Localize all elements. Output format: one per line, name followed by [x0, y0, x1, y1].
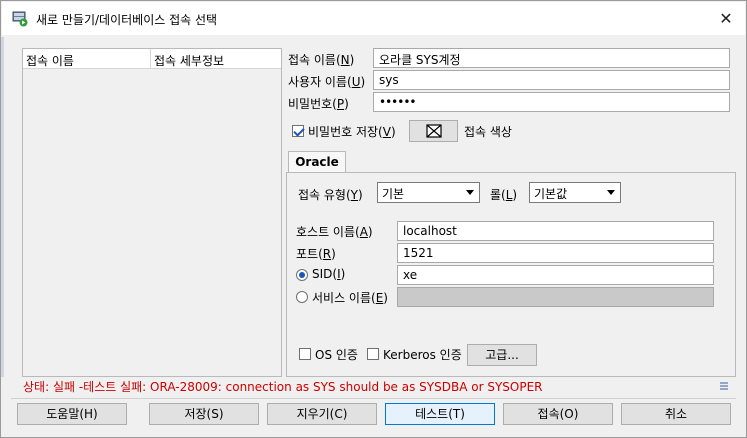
test-button[interactable]: 테스트(T) — [385, 403, 495, 425]
window-title: 새로 만들기/데이터베이스 접속 선택 — [36, 13, 218, 27]
service-name-label[interactable]: 서비스 이름(E) — [312, 289, 388, 306]
connection-name-label: 접속 이름(N) — [288, 53, 355, 67]
kerberos-auth-checkbox[interactable] — [367, 348, 379, 360]
list-icon[interactable] — [719, 380, 729, 390]
bottom-separator — [11, 398, 736, 399]
hostname-input[interactable]: localhost — [397, 221, 714, 241]
connection-color-label: 접속 색상 — [464, 125, 512, 139]
left-edge-strip — [1, 37, 4, 377]
connection-list-header: 접속 이름 접속 세부정보 — [23, 49, 281, 69]
role-select[interactable]: 기본값 — [529, 182, 621, 203]
column-separator[interactable] — [150, 49, 151, 69]
title-bar: 새로 만들기/데이터베이스 접속 선택 ✕ — [2, 2, 745, 35]
os-auth-label[interactable]: OS 인증 — [315, 346, 358, 363]
role-label: 롤(L) — [490, 188, 518, 202]
status-message: 상태: 실패 -테스트 실패: ORA-28009: connection as… — [23, 380, 543, 394]
os-auth-checkbox[interactable] — [299, 348, 311, 360]
connection-type-label: 접속 유형(Y) — [298, 188, 363, 202]
service-name-input[interactable] — [397, 287, 714, 307]
kerberos-auth-label[interactable]: Kerberos 인증 — [383, 346, 462, 363]
connect-button[interactable]: 접속(O) — [503, 403, 613, 425]
sid-radio[interactable] — [296, 269, 308, 281]
database-connect-icon — [12, 11, 28, 27]
connection-color-button[interactable] — [409, 120, 458, 142]
connection-dialog: 새로 만들기/데이터베이스 접속 선택 ✕ 접속 이름 접속 세부정보 접속 이… — [0, 0, 747, 438]
save-password-label[interactable]: 비밀번호 저장(V) — [308, 123, 396, 140]
close-icon[interactable]: ✕ — [715, 8, 737, 30]
port-label: 포트(R) — [296, 247, 336, 261]
connection-list[interactable]: 접속 이름 접속 세부정보 — [22, 48, 282, 377]
chevron-down-icon — [607, 190, 615, 195]
connection-type-value: 기본 — [382, 187, 405, 201]
connection-name-input[interactable]: 오라클 SYS계정 — [373, 48, 730, 68]
hostname-label: 호스트 이름(A) — [296, 225, 373, 239]
username-input[interactable]: sys — [373, 70, 730, 90]
service-name-radio[interactable] — [296, 291, 308, 303]
sid-input[interactable]: xe — [397, 265, 714, 285]
username-label: 사용자 이름(U) — [288, 75, 366, 89]
sid-label[interactable]: SID(I) — [312, 267, 345, 281]
advanced-button[interactable]: 고급... — [467, 344, 537, 366]
port-input[interactable]: 1521 — [397, 243, 714, 263]
password-label: 비밀번호(P) — [288, 97, 349, 111]
save-button[interactable]: 저장(S) — [149, 403, 259, 425]
help-button[interactable]: 도움말(H) — [17, 403, 127, 425]
save-password-checkbox[interactable] — [292, 125, 304, 137]
connection-type-select[interactable]: 기본 — [377, 182, 480, 203]
chevron-down-icon — [466, 190, 474, 195]
role-value: 기본값 — [534, 187, 568, 201]
tab-oracle[interactable]: Oracle — [288, 151, 346, 173]
column-header-connection-details[interactable]: 접속 세부정보 — [154, 52, 224, 69]
password-input[interactable]: •••••• — [373, 92, 730, 112]
clear-button[interactable]: 지우기(C) — [267, 403, 377, 425]
color-envelope-icon — [426, 124, 442, 138]
cancel-button[interactable]: 취소 — [621, 403, 731, 425]
column-header-connection-name[interactable]: 접속 이름 — [26, 52, 74, 69]
